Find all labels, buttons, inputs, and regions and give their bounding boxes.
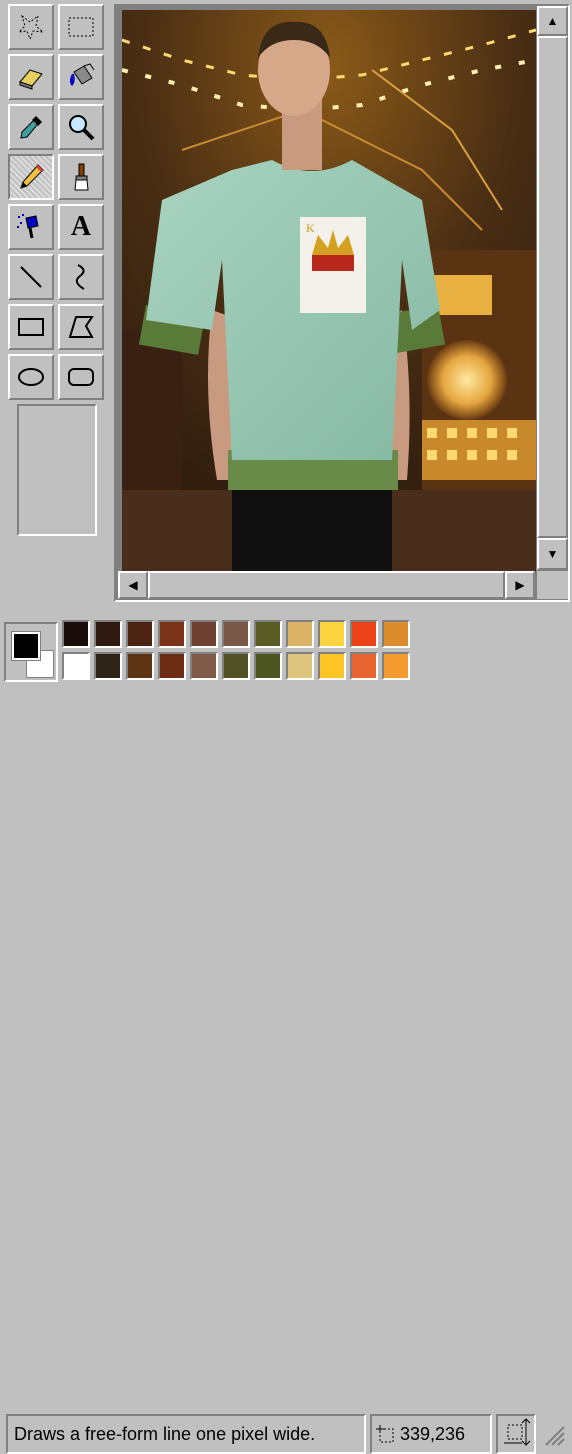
current-colors[interactable] [4, 622, 58, 682]
canvas-area: K [114, 4, 570, 602]
status-help-text: Draws a free-form line one pixel wide. [6, 1414, 366, 1454]
palette-swatch[interactable] [286, 652, 314, 680]
palette-swatch[interactable] [62, 652, 90, 680]
color-palette [0, 612, 572, 692]
palette-swatch[interactable] [254, 620, 282, 648]
curve-icon [75, 264, 85, 290]
scroll-left-button[interactable]: ◀ [118, 571, 148, 599]
arrow-down-icon: ▼ [546, 547, 559, 561]
canvas-image[interactable]: K [122, 10, 536, 572]
rect-select-icon [68, 17, 94, 37]
palette-swatch[interactable] [94, 620, 122, 648]
palette-swatch[interactable] [254, 652, 282, 680]
fill-tool[interactable] [58, 54, 104, 100]
palette-swatch[interactable] [382, 652, 410, 680]
status-coordinates: 339,236 [370, 1414, 492, 1454]
arrow-up-icon: ▲ [546, 14, 559, 28]
palette-swatch[interactable] [126, 652, 154, 680]
free-form-select-tool[interactable] [8, 4, 54, 50]
palette-swatch[interactable] [286, 620, 314, 648]
select-tool[interactable] [58, 4, 104, 50]
cursor-position-icon [376, 1425, 394, 1443]
status-bar: Draws a free-form line one pixel wide. 3… [0, 706, 572, 1454]
palette-swatch[interactable] [126, 620, 154, 648]
brush-tool[interactable] [58, 154, 104, 200]
tool-options-box[interactable] [17, 404, 97, 536]
scroll-corner [537, 571, 568, 599]
line-tool[interactable] [8, 254, 54, 300]
curve-tool[interactable] [58, 254, 104, 300]
scroll-up-button[interactable]: ▲ [537, 6, 568, 36]
paint-bucket-icon [70, 63, 95, 86]
text-tool[interactable]: A [58, 204, 104, 250]
text-icon: A [70, 211, 92, 242]
ellipse-tool[interactable] [8, 354, 54, 400]
palette-swatch[interactable] [350, 652, 378, 680]
pencil-tool[interactable] [8, 154, 54, 200]
palette-swatch[interactable] [222, 652, 250, 680]
palette-swatch[interactable] [158, 652, 186, 680]
palette-swatch[interactable] [94, 652, 122, 680]
palette-swatch[interactable] [318, 620, 346, 648]
eraser-icon [19, 69, 43, 90]
arrow-left-icon: ◀ [128, 578, 138, 592]
brush-icon [74, 163, 89, 191]
palette-swatch[interactable] [190, 652, 218, 680]
horizontal-scrollbar[interactable]: ◀ ▶ [118, 571, 535, 599]
scroll-right-button[interactable]: ▶ [505, 571, 535, 599]
palette-swatch[interactable] [318, 652, 346, 680]
magnifier-tool[interactable] [58, 104, 104, 150]
card-corner-mark: K [306, 221, 315, 235]
rectangle-tool[interactable] [8, 304, 54, 350]
vertical-scrollbar[interactable]: ▲ ▼ [537, 6, 568, 570]
eyedropper-icon [20, 116, 42, 139]
vertical-scroll-thumb[interactable] [537, 36, 568, 538]
selection-size-icon [502, 1417, 532, 1452]
rounded-rectangle-tool[interactable] [58, 354, 104, 400]
magnifier-icon [69, 115, 95, 141]
coordinates-value: 339,236 [400, 1423, 466, 1444]
palette-swatch[interactable] [158, 620, 186, 648]
palette-swatch[interactable] [382, 620, 410, 648]
rounded-rectangle-icon [68, 368, 94, 386]
status-selection-size [496, 1414, 536, 1454]
rectangle-icon [18, 318, 44, 336]
airbrush-tool[interactable] [8, 204, 54, 250]
pencil-icon [20, 164, 44, 189]
free-form-select-icon [17, 14, 45, 41]
palette-swatch[interactable] [222, 620, 250, 648]
resize-grip[interactable] [540, 1414, 570, 1454]
horizontal-scroll-thumb[interactable] [148, 571, 505, 599]
palette-swatch[interactable] [190, 620, 218, 648]
scroll-down-button[interactable]: ▼ [537, 538, 568, 570]
eraser-tool[interactable] [8, 54, 54, 100]
airbrush-icon [17, 214, 39, 239]
ellipse-icon [18, 368, 44, 386]
pick-color-tool[interactable] [8, 104, 54, 150]
palette-swatch[interactable] [62, 620, 90, 648]
palette-swatch[interactable] [350, 620, 378, 648]
polygon-tool[interactable] [58, 304, 104, 350]
line-icon [20, 266, 42, 288]
foreground-color-swatch[interactable] [12, 632, 40, 660]
polygon-icon [68, 316, 94, 338]
arrow-right-icon: ▶ [515, 578, 525, 592]
